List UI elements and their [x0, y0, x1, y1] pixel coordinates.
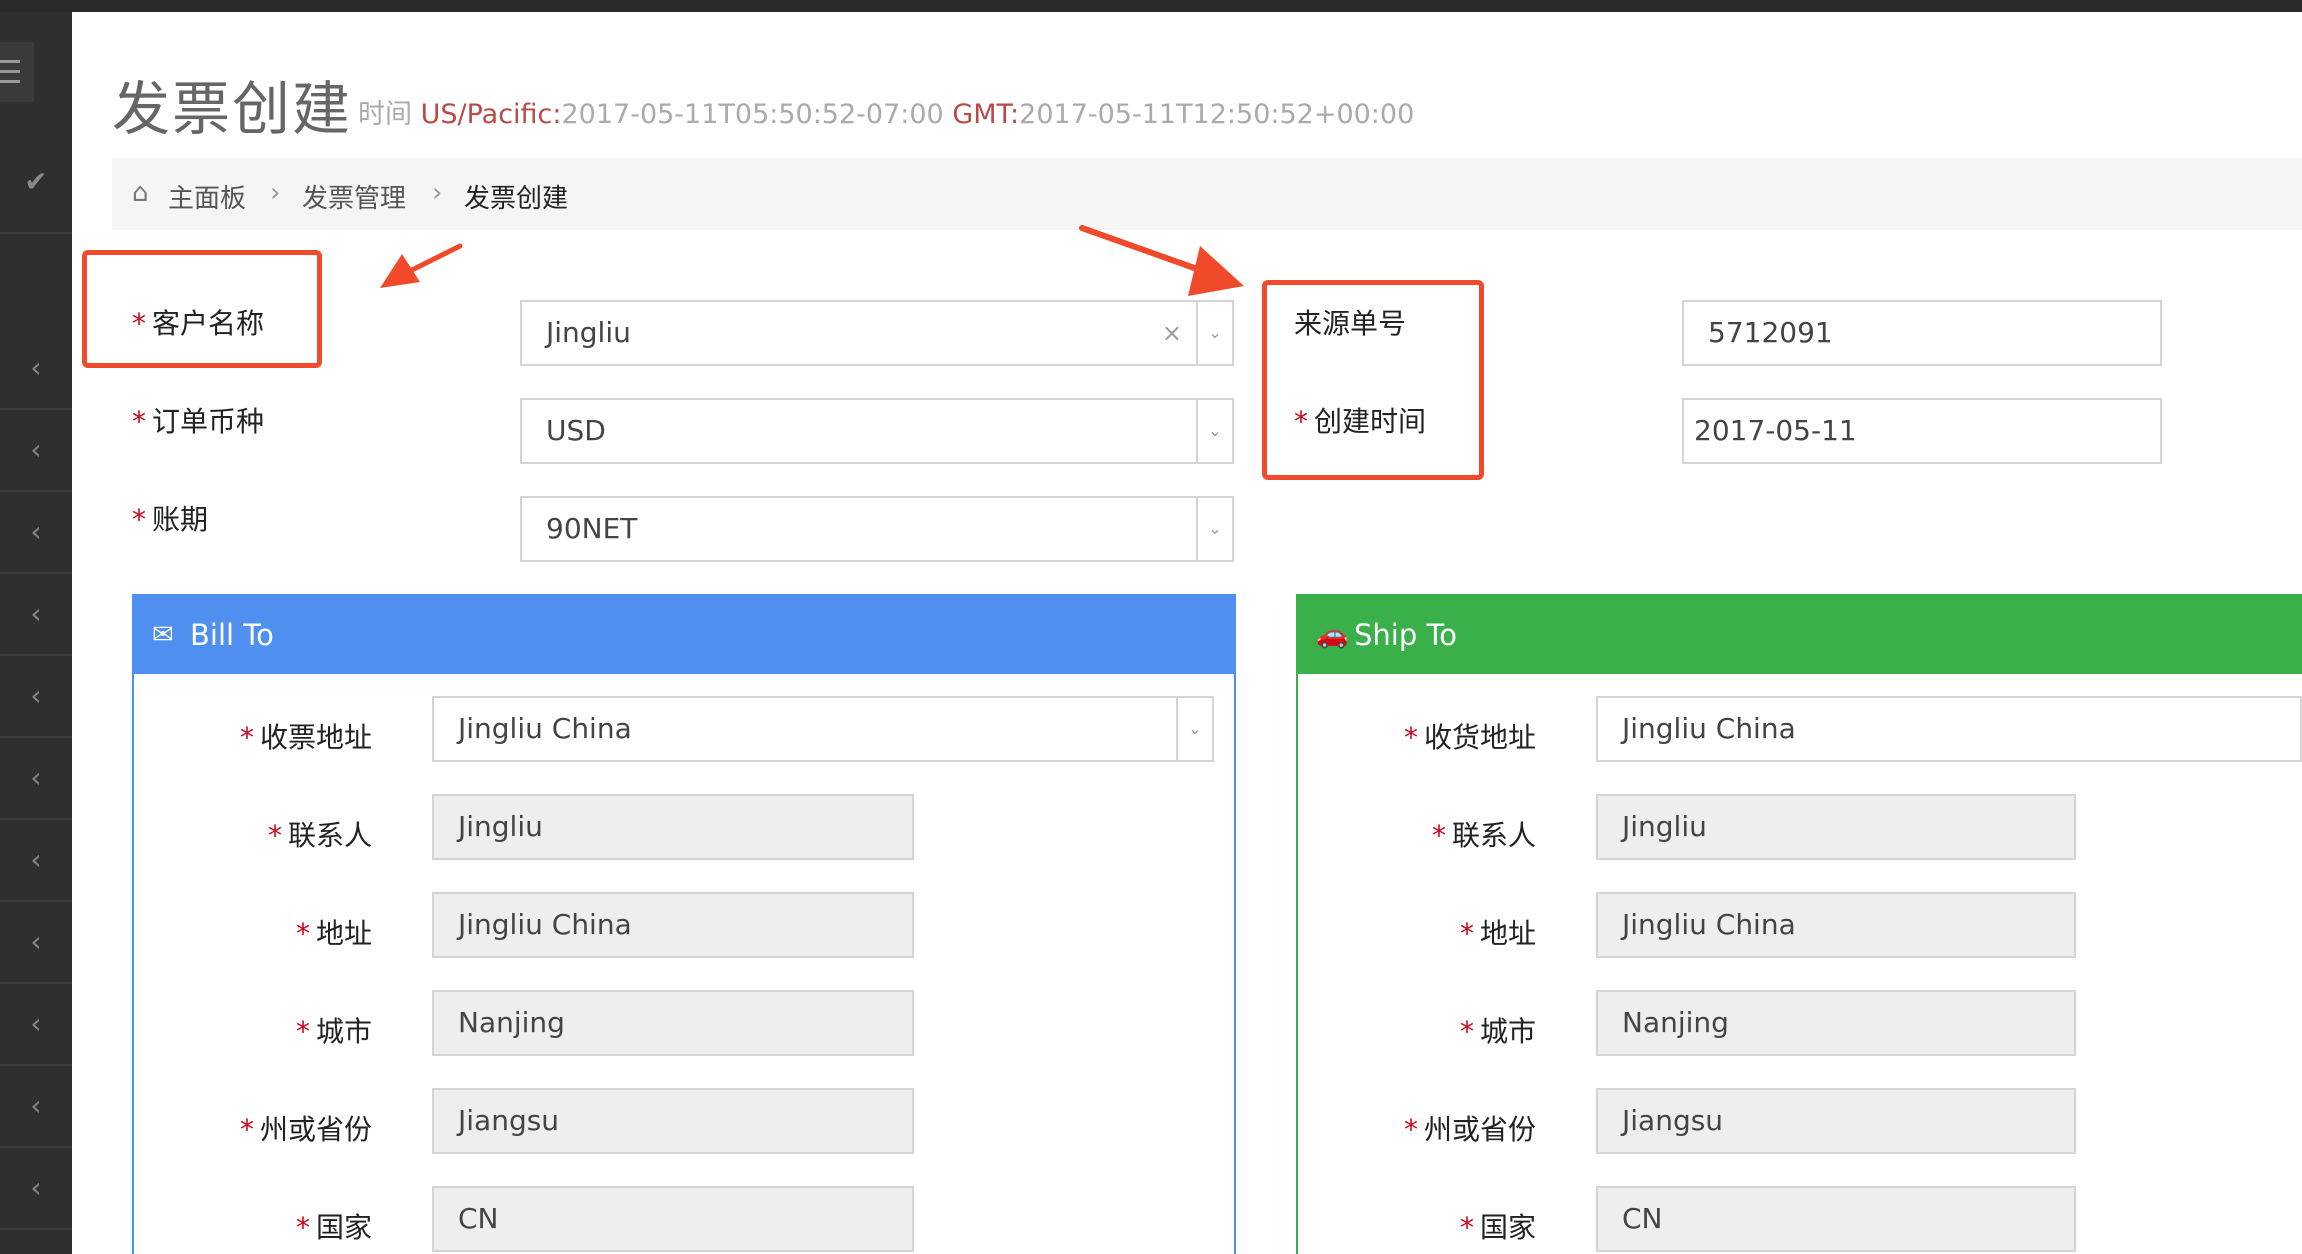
- annotation-arrows: [380, 225, 1244, 296]
- annotation-arrow-left: [380, 243, 463, 288]
- annotation-arrow-right: [1079, 225, 1244, 296]
